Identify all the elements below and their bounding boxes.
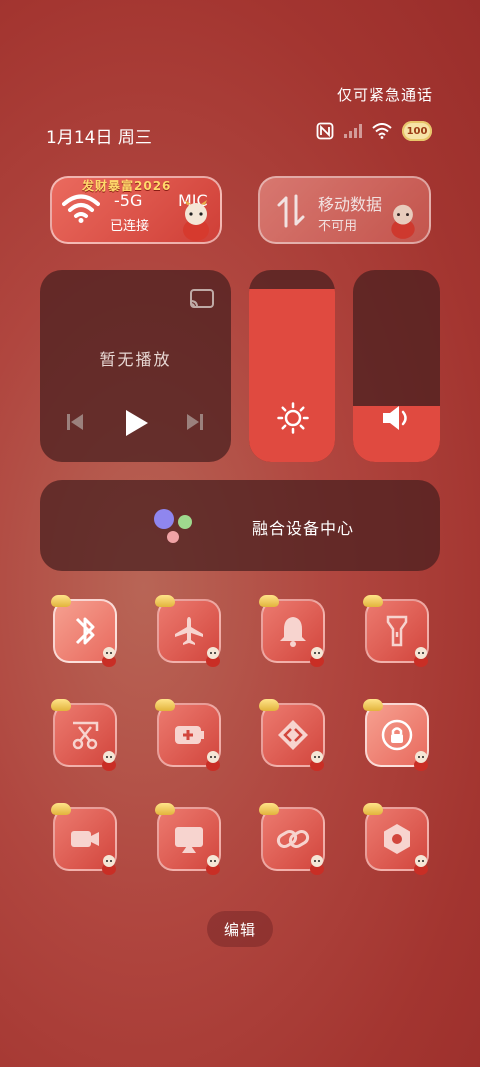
date-text: 1月14日 周三 bbox=[46, 128, 152, 148]
tiger-mascot-icon bbox=[183, 200, 209, 241]
gold-ingot-icon bbox=[155, 803, 175, 815]
airplane-icon bbox=[175, 617, 203, 645]
tiger-mascot-icon bbox=[391, 204, 415, 239]
play-icon[interactable] bbox=[122, 408, 150, 438]
tiger-mascot-icon bbox=[102, 855, 116, 875]
video-camera-icon bbox=[71, 831, 99, 847]
tiger-mascot-icon bbox=[206, 855, 220, 875]
gold-ingot-icon bbox=[155, 699, 175, 711]
share-arrows-icon bbox=[278, 720, 308, 750]
tiger-mascot-icon bbox=[102, 647, 116, 667]
bluetooth-icon bbox=[75, 617, 95, 645]
next-track-icon[interactable] bbox=[185, 412, 205, 432]
tiger-mascot-icon bbox=[310, 647, 324, 667]
tile-link[interactable] bbox=[259, 803, 325, 875]
mobile-data-tile[interactable]: 移动数据 不可用 bbox=[258, 176, 431, 244]
status-icons: 100 bbox=[316, 121, 432, 141]
tile-screen-record[interactable] bbox=[51, 803, 117, 875]
gold-ingot-icon bbox=[259, 803, 279, 815]
gold-ingot-icon bbox=[51, 699, 71, 711]
link-icon bbox=[276, 830, 310, 848]
device-center-label: 融合设备中心 bbox=[252, 519, 355, 538]
emergency-call-text: 仅可紧急通话 bbox=[336, 86, 433, 104]
tiger-mascot-icon bbox=[206, 751, 220, 771]
media-player-panel[interactable]: 暂无播放 bbox=[40, 270, 231, 462]
tiger-mascot-icon bbox=[310, 751, 324, 771]
tile-bluetooth[interactable] bbox=[51, 595, 117, 667]
gold-ingot-icon bbox=[155, 595, 175, 607]
gold-ingot-icon bbox=[259, 699, 279, 711]
brightness-fill bbox=[249, 289, 335, 462]
nfc-icon bbox=[316, 122, 334, 140]
cast-icon[interactable] bbox=[189, 288, 215, 310]
tiger-mascot-icon bbox=[414, 751, 428, 771]
flashlight-icon bbox=[386, 615, 408, 647]
tile-rotation-lock[interactable] bbox=[363, 699, 429, 771]
tile-screenshot[interactable] bbox=[51, 699, 117, 771]
brightness-icon bbox=[277, 402, 309, 434]
tile-settings[interactable] bbox=[363, 803, 429, 875]
mobile-data-status: 不可用 bbox=[318, 219, 358, 234]
tile-airplane-mode[interactable] bbox=[155, 595, 221, 667]
tiger-mascot-icon bbox=[414, 855, 428, 875]
scissors-icon bbox=[72, 721, 99, 750]
mobile-data-title: 移动数据 bbox=[318, 195, 383, 214]
gold-ingot-icon bbox=[51, 595, 71, 607]
gold-ingot-icon bbox=[363, 699, 383, 711]
hex-gear-icon bbox=[384, 824, 410, 854]
battery-indicator: 100 bbox=[402, 121, 432, 141]
tiger-mascot-icon bbox=[310, 855, 324, 875]
device-center-icon bbox=[154, 509, 192, 543]
gold-ingot-icon bbox=[51, 803, 71, 815]
wifi-icon bbox=[62, 194, 100, 223]
gold-ingot-icon bbox=[259, 595, 279, 607]
brightness-slider[interactable] bbox=[249, 270, 335, 462]
previous-track-icon[interactable] bbox=[65, 412, 85, 432]
volume-slider[interactable] bbox=[353, 270, 440, 462]
data-arrows-icon bbox=[277, 194, 305, 228]
signal-icon bbox=[344, 124, 362, 138]
now-playing-text: 暂无播放 bbox=[99, 350, 172, 369]
wifi-status-text: 已连接 bbox=[110, 219, 150, 234]
tile-ring-mode[interactable] bbox=[259, 595, 325, 667]
bell-icon bbox=[280, 617, 306, 647]
tile-share[interactable] bbox=[259, 699, 325, 771]
speaker-icon bbox=[383, 406, 407, 430]
tiger-mascot-icon bbox=[102, 751, 116, 771]
gold-ingot-icon bbox=[363, 595, 383, 607]
edit-button[interactable]: 编辑 bbox=[207, 911, 273, 947]
tiger-mascot-icon bbox=[206, 647, 220, 667]
device-center-panel[interactable]: 融合设备中心 bbox=[40, 480, 440, 571]
wifi-tile[interactable]: 发财暴富2026 -5G MIC 已连接 bbox=[50, 176, 222, 244]
tile-power-saving[interactable] bbox=[155, 699, 221, 771]
gold-ingot-icon bbox=[363, 803, 383, 815]
tiger-mascot-icon bbox=[414, 647, 428, 667]
cast-screen-icon bbox=[175, 827, 203, 853]
wifi-status-icon bbox=[372, 123, 392, 139]
tile-flashlight[interactable] bbox=[363, 595, 429, 667]
battery-plus-icon bbox=[175, 726, 204, 744]
wifi-network-name: -5G bbox=[114, 191, 143, 210]
tile-screen-cast[interactable] bbox=[155, 803, 221, 875]
rotation-lock-icon bbox=[381, 719, 413, 751]
